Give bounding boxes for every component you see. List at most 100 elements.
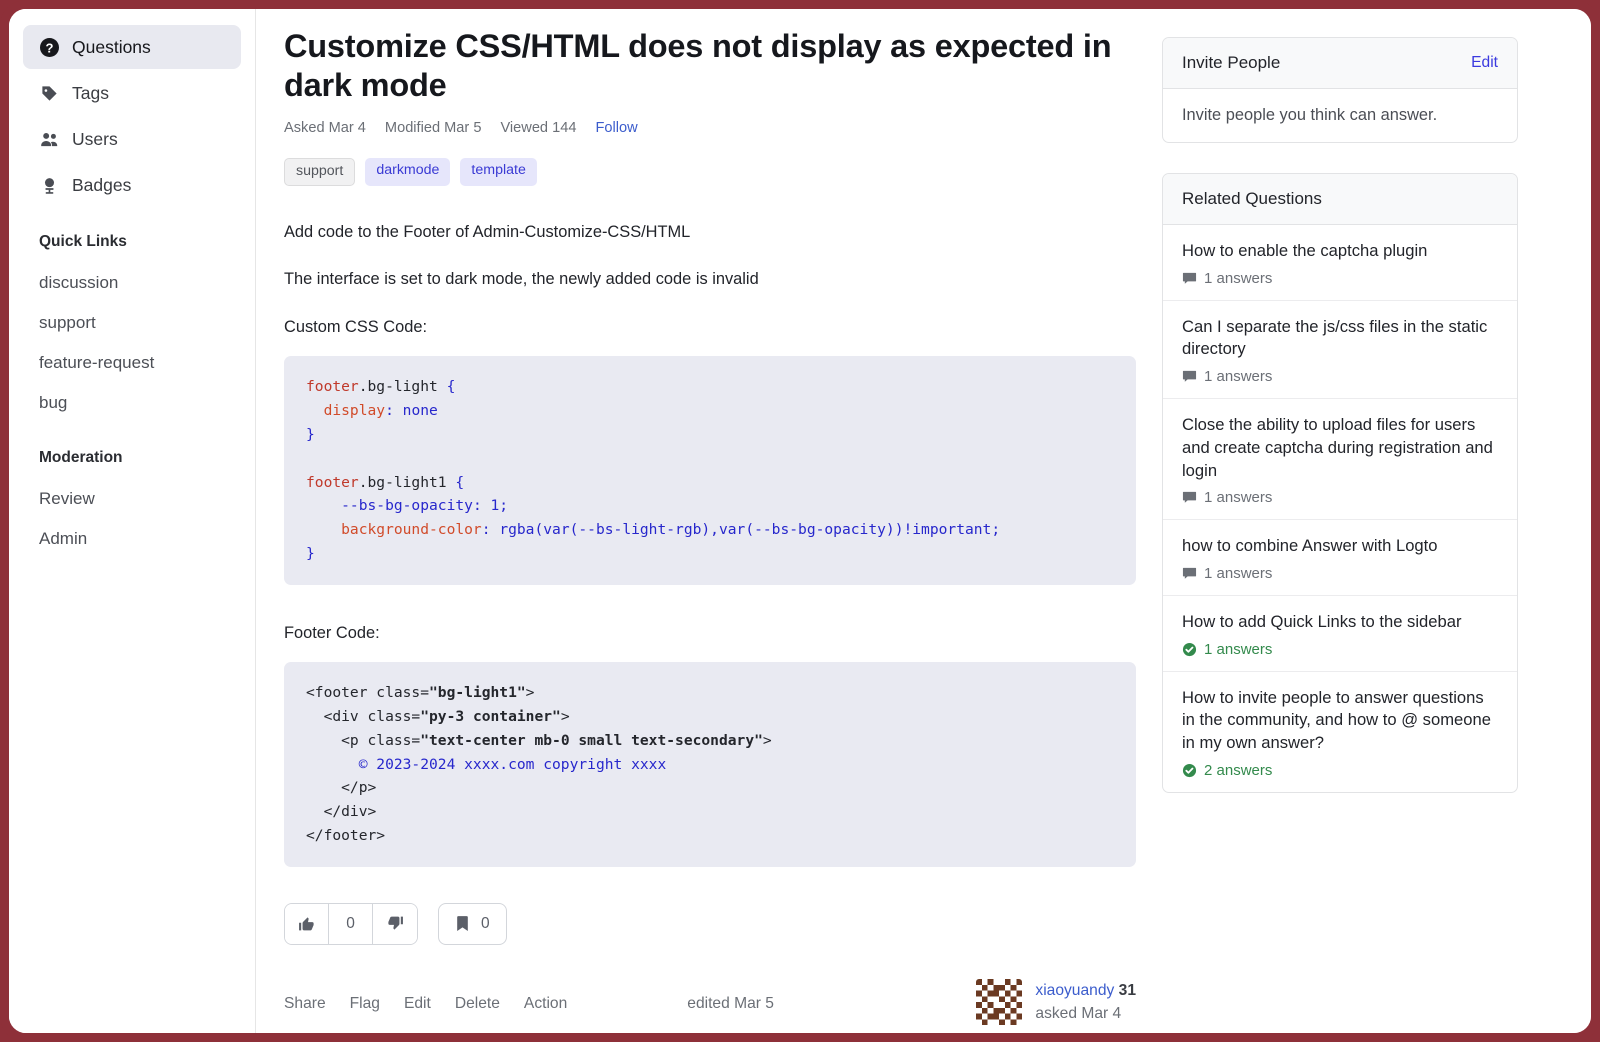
tag-icon <box>39 83 59 103</box>
question-footer: Share Flag Edit Delete Action edited Mar… <box>284 979 1136 1026</box>
sidebar-item-review[interactable]: Review <box>23 479 241 519</box>
list-item[interactable]: How to invite people to answer questions… <box>1163 672 1517 792</box>
tag-template[interactable]: template <box>460 158 536 185</box>
sidebar-item-label: Badges <box>72 175 131 196</box>
sidebar-item-bug[interactable]: bug <box>23 383 241 423</box>
action-link[interactable]: Action <box>524 995 567 1013</box>
quick-links-heading: Quick Links <box>23 233 241 251</box>
browser-frame: ? Questions Tags Users Badges Quick Link… <box>0 0 1600 1042</box>
body-paragraph-1: Add code to the Footer of Admin-Customiz… <box>284 220 1136 245</box>
list-item[interactable]: How to enable the captcha plugin 1 answe… <box>1163 225 1517 301</box>
related-questions-title: Related Questions <box>1182 189 1322 209</box>
invite-people-card: Invite People Edit Invite people you thi… <box>1162 37 1518 143</box>
action-links: Share Flag Edit Delete Action <box>284 979 567 1013</box>
body-paragraph-2: The interface is set to dark mode, the n… <box>284 267 1136 292</box>
check-circle-icon <box>1182 763 1197 778</box>
invite-people-body: Invite people you think can answer. <box>1163 89 1517 142</box>
related-question-title: How to invite people to answer questions… <box>1182 687 1498 755</box>
flag-link[interactable]: Flag <box>350 995 380 1013</box>
related-question-title: Can I separate the js/css files in the s… <box>1182 316 1498 361</box>
author-card[interactable]: xiaoyuandy 31 asked Mar 4 <box>976 979 1136 1026</box>
comment-bubble-icon <box>1182 271 1197 286</box>
tag-darkmode[interactable]: darkmode <box>365 158 450 185</box>
sidebar-item-questions[interactable]: ? Questions <box>23 25 241 69</box>
svg-text:?: ? <box>45 40 53 55</box>
tag-support[interactable]: support <box>284 158 355 185</box>
related-question-title: How to enable the captcha plugin <box>1182 240 1498 263</box>
bookmark-icon <box>455 915 470 932</box>
sidebar-item-support[interactable]: support <box>23 303 241 343</box>
answer-count: 1 answers <box>1182 641 1498 658</box>
bookmark-count: 0 <box>481 915 490 933</box>
sidebar-item-label: Tags <box>72 83 109 104</box>
comment-bubble-icon <box>1182 566 1197 581</box>
sidebar-item-discussion[interactable]: discussion <box>23 263 241 303</box>
related-question-title: How to add Quick Links to the sidebar <box>1182 611 1498 634</box>
list-item[interactable]: Close the ability to upload files for us… <box>1163 399 1517 520</box>
related-question-title: Close the ability to upload files for us… <box>1182 414 1498 482</box>
thumbs-up-icon <box>298 915 315 932</box>
author-info: xiaoyuandy 31 asked Mar 4 <box>1035 979 1136 1026</box>
bookmark-button[interactable]: 0 <box>438 903 507 945</box>
delete-link[interactable]: Delete <box>455 995 500 1013</box>
sidebar-item-tags[interactable]: Tags <box>23 71 241 115</box>
tag-list: support darkmode template <box>284 158 1136 185</box>
sidebar-item-users[interactable]: Users <box>23 117 241 161</box>
author-reputation: 31 <box>1119 982 1136 999</box>
avatar <box>976 979 1022 1025</box>
invite-people-header: Invite People Edit <box>1163 38 1517 89</box>
answer-count-label: 1 answers <box>1204 489 1272 506</box>
sidebar-item-label: Questions <box>72 37 151 58</box>
main-area: Customize CSS/HTML does not display as e… <box>256 9 1591 1033</box>
answer-count-label: 1 answers <box>1204 565 1272 582</box>
invite-people-title: Invite People <box>1182 53 1280 73</box>
modified-date: Modified Mar 5 <box>385 120 482 136</box>
sidebar-item-feature-request[interactable]: feature-request <box>23 343 241 383</box>
downvote-button[interactable] <box>373 904 417 944</box>
answer-count: 1 answers <box>1182 270 1498 287</box>
sidebar-item-admin[interactable]: Admin <box>23 519 241 559</box>
thumbs-down-icon <box>387 915 404 932</box>
list-item[interactable]: How to add Quick Links to the sidebar 1 … <box>1163 596 1517 672</box>
asked-date: Asked Mar 4 <box>284 120 366 136</box>
badge-icon <box>39 175 59 195</box>
question-circle-icon: ? <box>39 37 59 57</box>
answer-count: 1 answers <box>1182 368 1498 385</box>
users-icon <box>39 129 59 149</box>
vote-button-group: 0 <box>284 903 418 945</box>
comment-bubble-icon <box>1182 490 1197 505</box>
follow-link[interactable]: Follow <box>595 120 637 136</box>
html-code-block: <footer class="bg-light1"> <div class="p… <box>284 662 1136 866</box>
answer-count: 1 answers <box>1182 565 1498 582</box>
author-name[interactable]: xiaoyuandy <box>1035 982 1114 999</box>
invite-edit-button[interactable]: Edit <box>1471 54 1498 72</box>
answer-count-label: 2 answers <box>1204 762 1272 779</box>
app-root: ? Questions Tags Users Badges Quick Link… <box>9 9 1591 1033</box>
list-item[interactable]: how to combine Answer with Logto 1 answe… <box>1163 520 1517 596</box>
answer-count: 2 answers <box>1182 762 1498 779</box>
list-item[interactable]: Can I separate the js/css files in the s… <box>1163 301 1517 399</box>
author-asked-date: asked Mar 4 <box>1035 1002 1136 1025</box>
css-code-label: Custom CSS Code: <box>284 315 1136 340</box>
right-sidebar: Invite People Edit Invite people you thi… <box>1162 27 1518 1033</box>
share-link[interactable]: Share <box>284 995 326 1013</box>
view-count: Viewed 144 <box>500 120 576 136</box>
vote-row: 0 0 <box>284 903 1136 945</box>
footer-code-label: Footer Code: <box>284 621 1136 646</box>
vote-count: 0 <box>329 904 373 944</box>
answer-count-label: 1 answers <box>1204 641 1272 658</box>
moderation-heading: Moderation <box>23 449 241 467</box>
left-sidebar: ? Questions Tags Users Badges Quick Link… <box>9 9 256 1033</box>
related-questions-header: Related Questions <box>1163 174 1517 225</box>
related-questions-card: Related Questions How to enable the capt… <box>1162 173 1518 793</box>
css-code-block: footer.bg-light { display: none } footer… <box>284 356 1136 584</box>
page-title: Customize CSS/HTML does not display as e… <box>284 27 1136 104</box>
sidebar-item-badges[interactable]: Badges <box>23 163 241 207</box>
upvote-button[interactable] <box>285 904 329 944</box>
sidebar-item-label: Users <box>72 129 118 150</box>
related-question-title: how to combine Answer with Logto <box>1182 535 1498 558</box>
answer-count: 1 answers <box>1182 489 1498 506</box>
edited-timestamp: edited Mar 5 <box>687 979 774 1013</box>
question-meta: Asked Mar 4 Modified Mar 5 Viewed 144 Fo… <box>284 120 1136 136</box>
edit-link[interactable]: Edit <box>404 995 431 1013</box>
